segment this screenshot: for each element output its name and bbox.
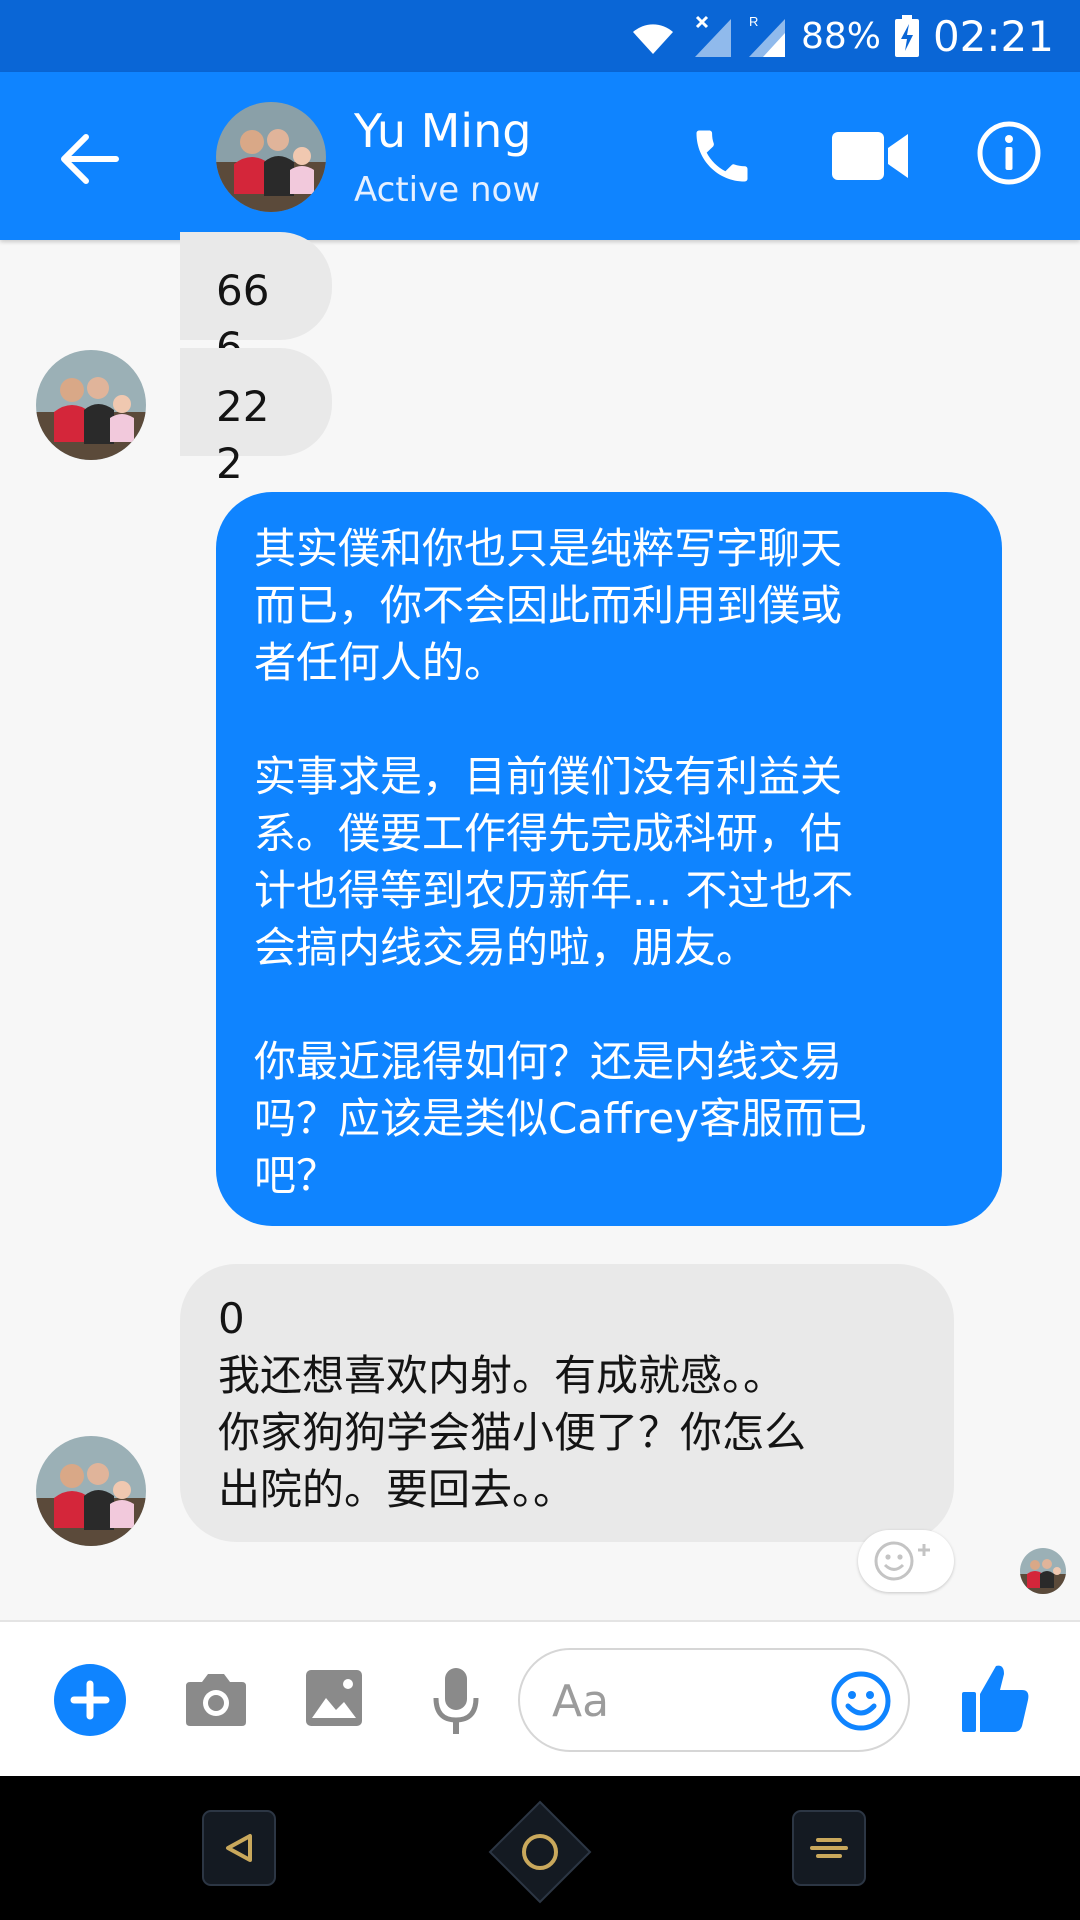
camera-icon[interactable]: [184, 1670, 248, 1728]
battery-percentage: 88%: [800, 15, 881, 57]
emoji-icon[interactable]: [830, 1670, 892, 1732]
nav-recents-icon[interactable]: [792, 1810, 866, 1886]
status-bar: R 88% 02:21: [0, 0, 1080, 72]
message-bubble-incoming[interactable]: 666: [180, 232, 332, 372]
nav-back-icon[interactable]: [202, 1810, 276, 1886]
status-icons: R 88% 02:21: [627, 0, 1054, 72]
contact-avatar-small[interactable]: [36, 350, 146, 460]
contact-avatar-small[interactable]: [36, 1436, 146, 1546]
contact-avatar[interactable]: [216, 102, 326, 212]
conversation-header: Yu Ming Active now: [0, 72, 1080, 240]
message-bubble-outgoing[interactable]: 其实僕和你也只是纯粹写字聊天 而已，你不会因此而利用到僕或 者任何人的。 实事求…: [216, 492, 1002, 1226]
message-bubble-incoming[interactable]: 0 我还想喜欢内射。有成就感。。 你家狗狗学会猫小便了？你怎么 出院的。要回去。…: [180, 1264, 954, 1542]
message-input-container[interactable]: [518, 1648, 910, 1752]
image-icon[interactable]: [304, 1668, 364, 1728]
battery-charging-icon: [894, 15, 919, 57]
navigation-bar: [0, 1776, 1080, 1920]
clock: 02:21: [932, 11, 1054, 61]
nav-home-icon[interactable]: [488, 1800, 592, 1904]
microphone-icon[interactable]: [430, 1666, 482, 1736]
contact-status: Active now: [354, 170, 541, 210]
message-composer: [0, 1620, 1080, 1778]
back-arrow-icon[interactable]: [54, 124, 124, 194]
plus-icon[interactable]: [54, 1664, 126, 1736]
thumbs-up-icon[interactable]: [962, 1662, 1030, 1734]
signal-no-service-icon: [694, 15, 731, 57]
contact-name[interactable]: Yu Ming: [354, 104, 531, 158]
add-reaction-button[interactable]: [858, 1530, 954, 1592]
wifi-icon: [632, 24, 673, 54]
smiley-plus-icon: [874, 1541, 930, 1581]
video-camera-icon[interactable]: [832, 124, 908, 188]
info-icon[interactable]: [976, 120, 1042, 186]
phone-icon[interactable]: [688, 122, 756, 190]
message-bubble-incoming[interactable]: 222: [180, 348, 332, 488]
message-input[interactable]: [550, 1672, 814, 1730]
signal-roaming-icon: R: [748, 14, 785, 57]
svg-text:R: R: [749, 14, 758, 29]
read-receipt-avatar: [1020, 1548, 1066, 1594]
